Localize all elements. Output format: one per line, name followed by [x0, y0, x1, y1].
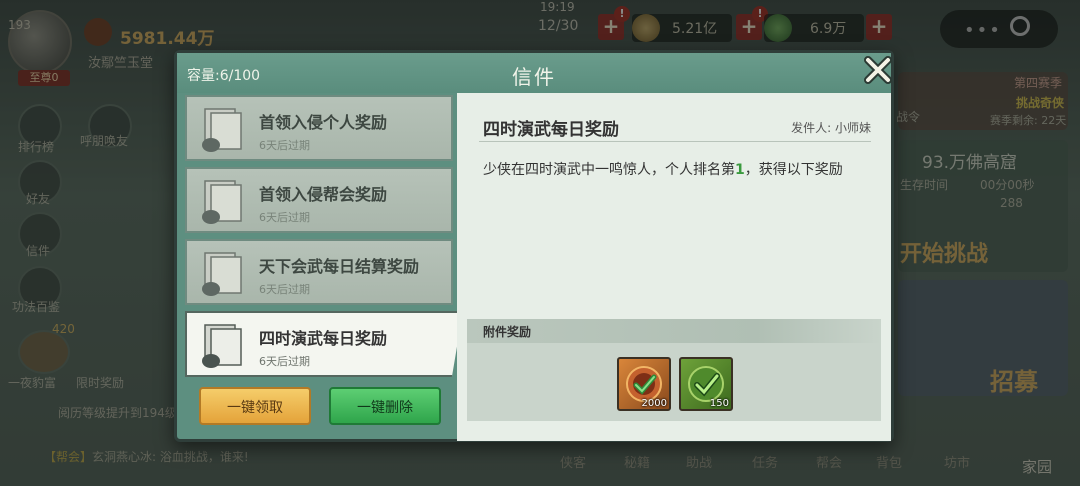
close-x-icon[interactable] — [861, 53, 895, 87]
claim-all-button[interactable]: 一键领取 — [199, 387, 311, 425]
mail-expire: 6天后过期 — [259, 139, 310, 152]
mail-expire: 6天后过期 — [259, 211, 310, 224]
reward-item[interactable]: 2000 — [617, 357, 671, 411]
attachment-header: 附件奖励 — [467, 319, 881, 343]
mail-title: 首领入侵个人奖励 — [259, 113, 388, 132]
reward-item[interactable]: 150 — [679, 357, 733, 411]
mail-item-selected[interactable]: 四时演武每日奖励 6天后过期 — [185, 311, 463, 377]
mail-dialog: 容量:6/100 信件 首领入侵个人奖励 6天后过期 首领入侵帮会奖励 6天后过… — [174, 50, 894, 442]
letter-scroll-icon — [202, 252, 242, 296]
divider — [479, 141, 871, 142]
mail-body: 少侠在四时演武中一鸣惊人，个人排名第1，获得以下奖励 — [483, 157, 843, 183]
letter-scroll-icon — [202, 324, 242, 368]
mail-title: 首领入侵帮会奖励 — [259, 185, 388, 204]
letter-scroll-icon — [202, 108, 242, 152]
mail-expire: 6天后过期 — [259, 355, 310, 368]
dialog-header: 容量:6/100 信件 — [177, 53, 891, 93]
reward-count: 2000 — [641, 398, 667, 409]
dialog-title: 信件 — [512, 65, 556, 89]
mail-title: 天下会武每日结算奖励 — [259, 257, 420, 276]
body-text-start: 少侠在四时演武中一鸣惊人，个人排名第 — [483, 162, 735, 178]
close-button[interactable] — [861, 53, 895, 87]
reward-count: 150 — [709, 398, 729, 409]
rank-number: 1 — [735, 162, 745, 178]
letter-scroll-icon — [202, 180, 242, 224]
mail-expire: 6天后过期 — [259, 283, 310, 296]
sender: 发件人: 小师妹 — [791, 121, 871, 135]
detail-title: 四时演武每日奖励 — [483, 120, 619, 140]
mail-title: 四时演武每日奖励 — [259, 329, 388, 348]
mail-item[interactable]: 首领入侵帮会奖励 6天后过期 — [185, 167, 453, 233]
delete-all-button[interactable]: 一键删除 — [329, 387, 441, 425]
attachment-panel: 附件奖励 2000 150 — [467, 319, 881, 421]
body-text-end: ，获得以下奖励 — [744, 162, 843, 178]
attachment-label: 附件奖励 — [483, 325, 532, 339]
mail-detail: 四时演武每日奖励 发件人: 小师妹 少侠在四时演武中一鸣惊人，个人排名第1，获得… — [457, 93, 891, 441]
mail-list: 首领入侵个人奖励 6天后过期 首领入侵帮会奖励 6天后过期 天下会武每日结算奖励… — [185, 93, 463, 437]
mail-item[interactable]: 首领入侵个人奖励 6天后过期 — [185, 95, 453, 161]
mail-item[interactable]: 天下会武每日结算奖励 6天后过期 — [185, 239, 453, 305]
